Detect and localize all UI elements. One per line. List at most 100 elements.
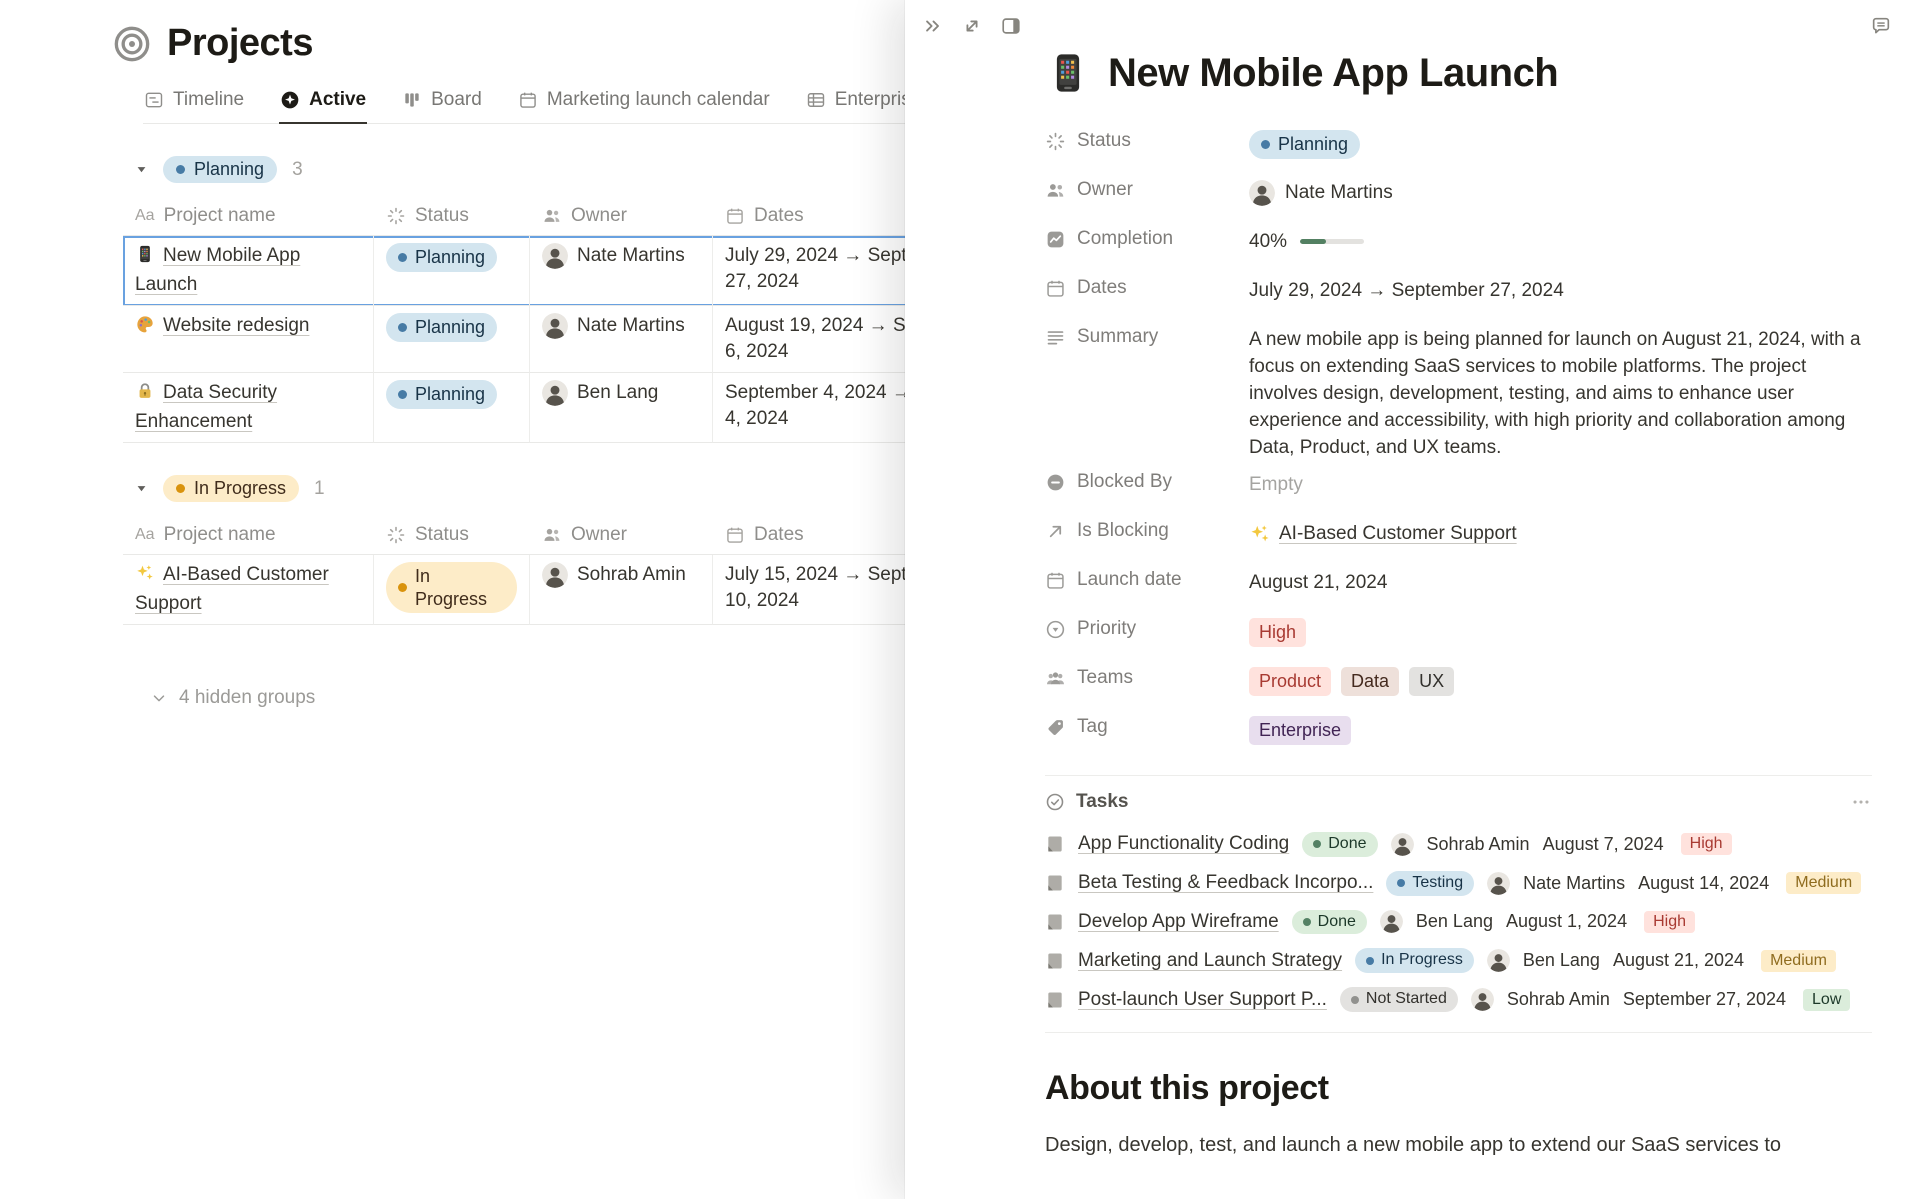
text-type-icon: Aa [135, 526, 155, 544]
property-tag: TagEnterprise [1045, 706, 1872, 755]
status-pill[interactable]: In Progress [386, 562, 517, 613]
tag-pill[interactable]: High [1681, 833, 1732, 855]
column-header-owner[interactable]: Owner [530, 516, 713, 554]
tag-pill[interactable]: Enterprise [1249, 716, 1351, 745]
task-list: App Functionality CodingDoneSohrab AminA… [1045, 832, 1872, 1012]
about-heading: About this project [1045, 1069, 1872, 1108]
group-pill[interactable]: Planning [163, 156, 277, 183]
project-name-cell[interactable]: Website redesign [123, 306, 374, 373]
task-name-link[interactable]: Beta Testing & Feedback Incorpo... [1078, 872, 1373, 894]
status-cell[interactable]: Planning [374, 306, 530, 373]
property-list: StatusPlanningOwnerNate MartinsCompletio… [1045, 120, 1872, 755]
status-label: Planning [415, 316, 485, 339]
status-pill[interactable]: Planning [386, 313, 497, 342]
project-name-link[interactable]: Website redesign [163, 315, 309, 336]
tab-marketing-launch-calendar[interactable]: Marketing launch calendar [517, 89, 771, 124]
tab-timeline[interactable]: Timeline [143, 89, 245, 124]
owner-cell[interactable]: Sohrab Amin [530, 555, 713, 625]
status-pill[interactable]: Not Started [1340, 987, 1458, 1012]
project-name-link[interactable]: New Mobile App Launch [135, 245, 300, 295]
tab-board[interactable]: Board [401, 89, 483, 124]
property-value[interactable]: AI-Based Customer Support [1249, 510, 1517, 547]
status-pill[interactable]: Planning [386, 380, 497, 409]
status-dot [1303, 918, 1311, 926]
owner-cell[interactable]: Ben Lang [530, 373, 713, 443]
empty-value: Empty [1249, 474, 1303, 495]
chevrons-icon[interactable] [922, 15, 944, 37]
task-name-link[interactable]: Post-launch User Support P... [1078, 989, 1327, 1011]
relation-link[interactable]: AI-Based Customer Support [1249, 520, 1517, 547]
property-value[interactable]: Product Data UX [1249, 657, 1454, 696]
tag-pill[interactable]: UX [1409, 667, 1454, 696]
task-name-link[interactable]: Develop App Wireframe [1078, 911, 1279, 933]
property-value[interactable]: Planning [1249, 120, 1360, 159]
project-name-cell[interactable]: Data Security Enhancement [123, 373, 374, 443]
group-toggle-icon[interactable] [135, 482, 148, 495]
project-name-cell[interactable]: AI-Based Customer Support [123, 555, 374, 625]
owner-cell[interactable]: Nate Martins [530, 306, 713, 373]
tag-pill[interactable]: Low [1803, 989, 1850, 1011]
column-header-owner[interactable]: Owner [530, 197, 713, 235]
task-row[interactable]: Post-launch User Support P... Not Started… [1045, 987, 1872, 1012]
group-pill[interactable]: In Progress [163, 475, 299, 502]
tag-pill[interactable]: High [1249, 618, 1306, 647]
property-label-text: Summary [1077, 326, 1158, 348]
more-options-icon[interactable] [1850, 791, 1872, 813]
comment-icon[interactable] [1870, 15, 1892, 37]
avatar [1380, 910, 1403, 933]
property-label-text: Owner [1077, 179, 1133, 201]
tag-pill[interactable]: High [1644, 911, 1695, 933]
group-dot [176, 484, 185, 493]
status-cell[interactable]: Planning [374, 373, 530, 443]
property-label: Blocked By [1045, 461, 1249, 493]
property-value[interactable]: 40% [1249, 218, 1364, 255]
status-pill[interactable]: Testing [1386, 871, 1474, 896]
column-header-project-name[interactable]: AaProject name [123, 197, 374, 235]
project-name-link[interactable]: Data Security Enhancement [135, 382, 277, 432]
task-row[interactable]: App Functionality CodingDoneSohrab AminA… [1045, 832, 1872, 857]
task-name-link[interactable]: Marketing and Launch Strategy [1078, 950, 1342, 972]
tag-pill[interactable]: Product [1249, 667, 1331, 696]
property-value[interactable]: Enterprise [1249, 706, 1351, 745]
status-pill[interactable]: Planning [1249, 130, 1360, 159]
relation-link-text[interactable]: AI-Based Customer Support [1279, 520, 1517, 547]
task-row[interactable]: Beta Testing & Feedback Incorpo... Testin… [1045, 871, 1872, 896]
roadmap-icon [806, 90, 826, 110]
property-value[interactable]: August 21, 2024 [1249, 559, 1387, 596]
column-label: Dates [754, 524, 804, 546]
column-header-project-name[interactable]: AaProject name [123, 516, 374, 554]
column-header-status[interactable]: Status [374, 516, 530, 554]
tab-active[interactable]: Active [279, 89, 367, 124]
tag-pill[interactable]: Data [1341, 667, 1399, 696]
property-value[interactable]: A new mobile app is being planned for la… [1249, 316, 1861, 461]
status-cell[interactable]: In Progress [374, 555, 530, 625]
project-name-link[interactable]: AI-Based Customer Support [135, 564, 329, 614]
property-label: Launch date [1045, 559, 1249, 591]
status-pill[interactable]: In Progress [1355, 948, 1474, 973]
owner-cell[interactable]: Nate Martins [530, 236, 713, 306]
tag-pill[interactable]: Medium [1761, 950, 1836, 972]
timeline-icon [144, 90, 164, 110]
task-row[interactable]: Develop App WireframeDoneBen LangAugust … [1045, 910, 1872, 935]
property-value[interactable]: High [1249, 608, 1306, 647]
task-name-link[interactable]: App Functionality Coding [1078, 833, 1289, 855]
sidepeek-icon[interactable] [1000, 15, 1022, 37]
property-value[interactable]: July 29, 2024 → September 27, 2024 [1249, 267, 1564, 304]
property-value[interactable]: Nate Martins [1249, 169, 1393, 206]
people-icon [1045, 180, 1066, 201]
property-dates: DatesJuly 29, 2024 → September 27, 2024 [1045, 267, 1872, 316]
expand-icon[interactable] [961, 15, 983, 37]
status-pill[interactable]: Done [1302, 832, 1377, 857]
property-value[interactable]: Empty [1249, 461, 1303, 498]
status-label: Done [1328, 834, 1366, 855]
status-pill[interactable]: Planning [386, 243, 497, 272]
group-toggle-icon[interactable] [135, 163, 148, 176]
status-cell[interactable]: Planning [374, 236, 530, 306]
tag-pill[interactable]: Medium [1786, 872, 1861, 894]
owner-name: Sohrab Amin [577, 562, 686, 588]
task-row[interactable]: Marketing and Launch Strategy In Progress… [1045, 948, 1872, 973]
project-name-cell[interactable]: New Mobile App Launch [123, 236, 374, 306]
column-header-status[interactable]: Status [374, 197, 530, 235]
status-pill[interactable]: Done [1292, 910, 1367, 935]
phone-icon [1045, 50, 1091, 96]
